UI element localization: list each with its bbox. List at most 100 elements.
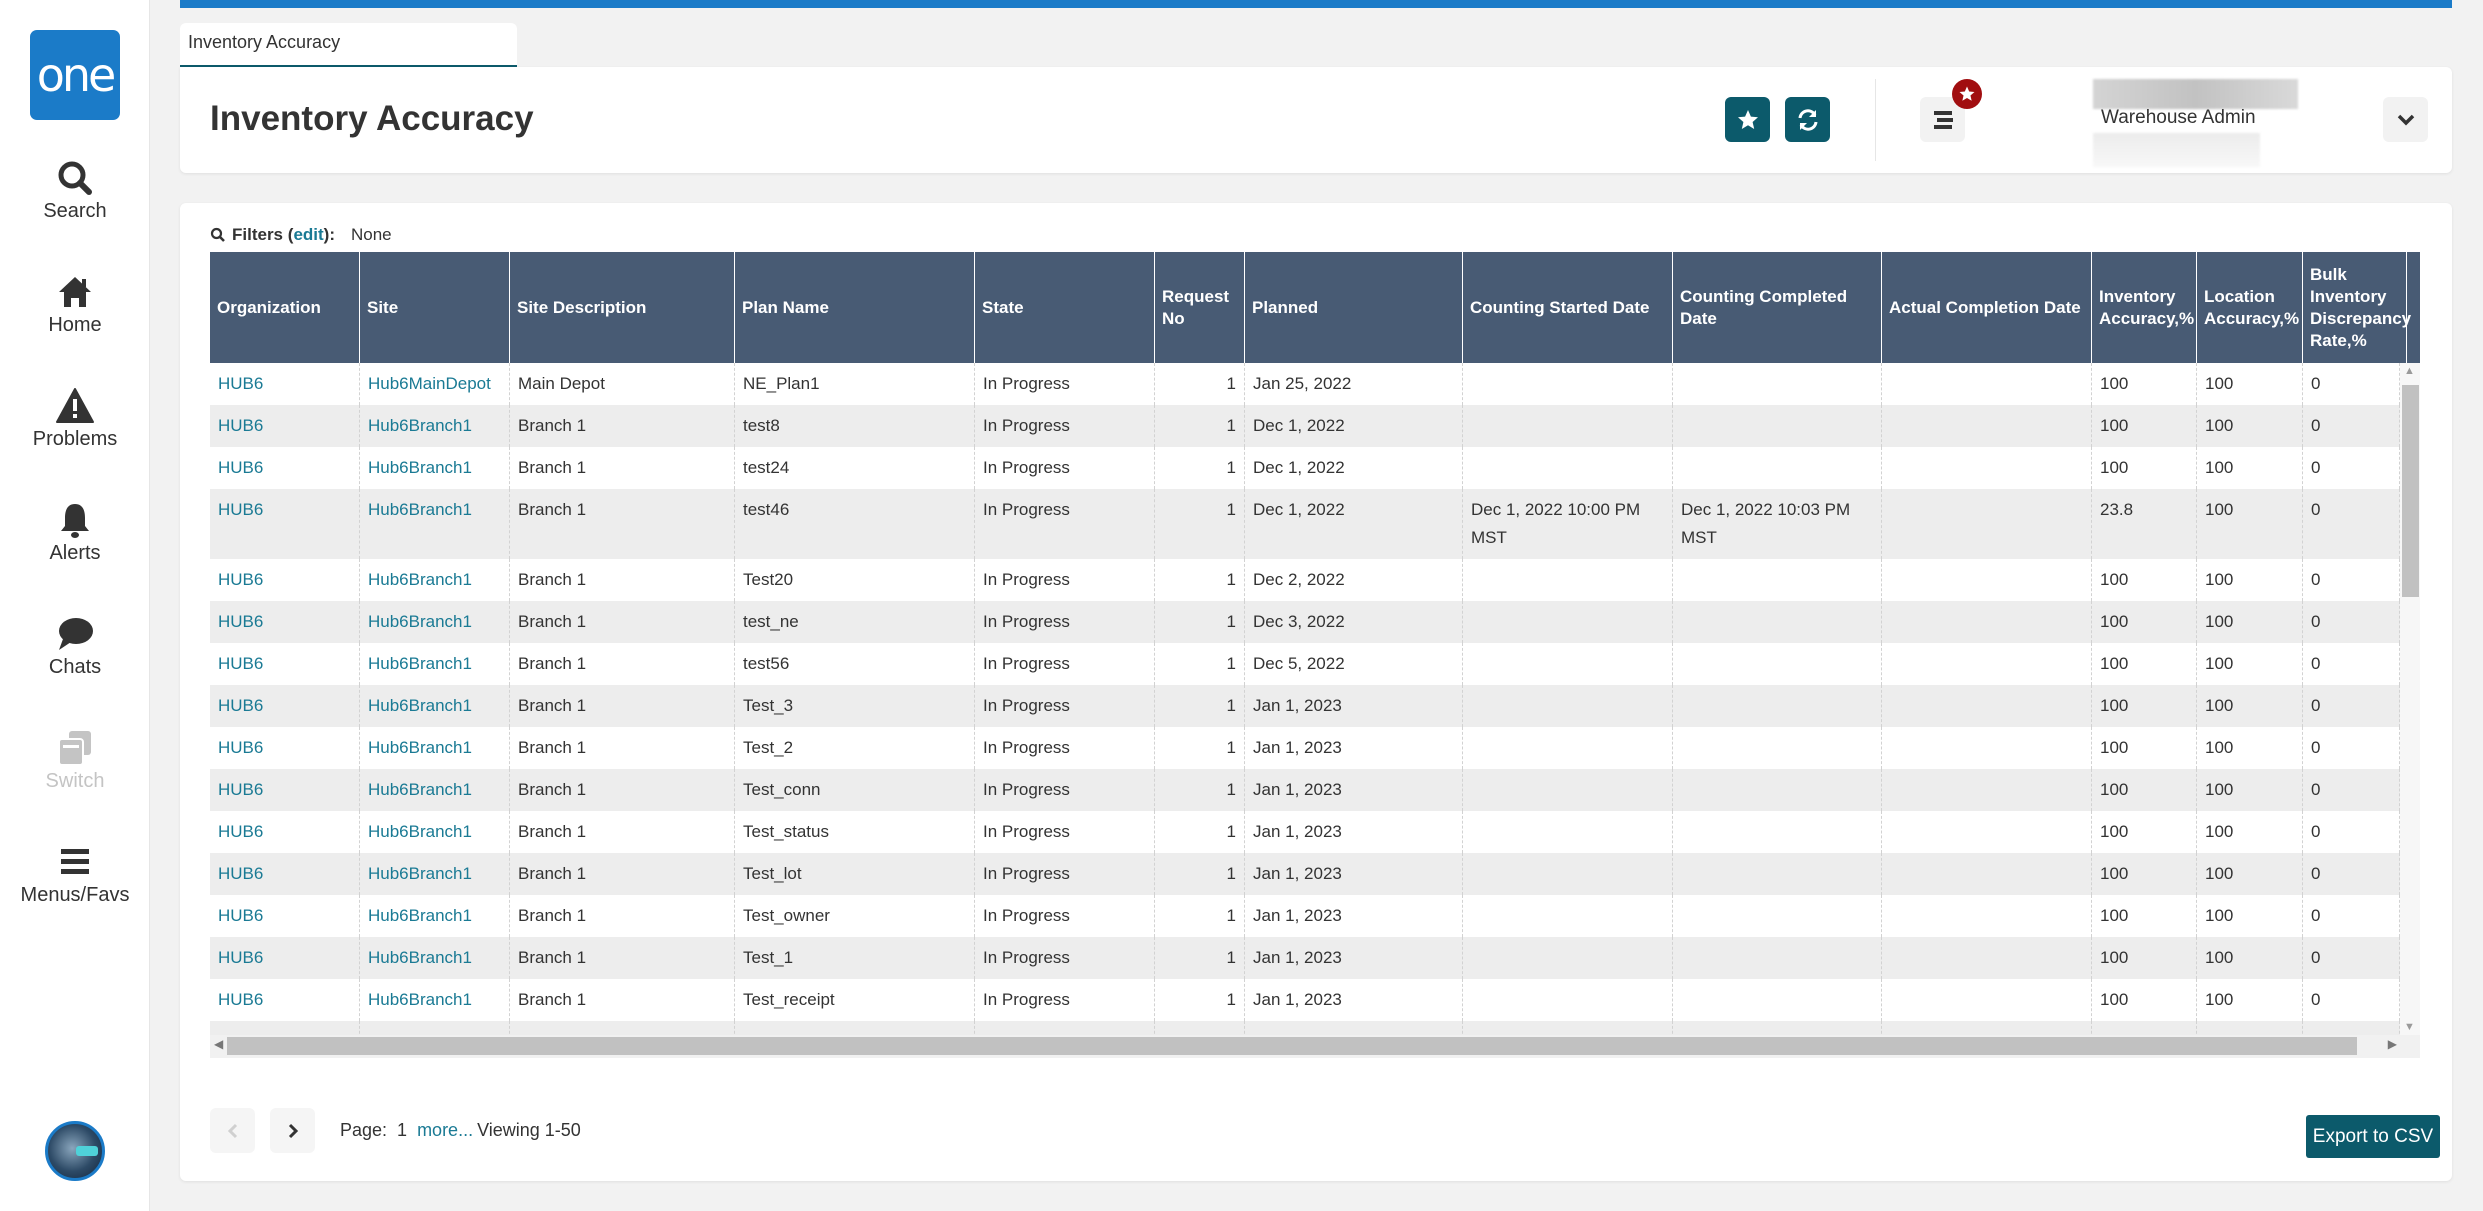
cell-organization[interactable]: HUB6 bbox=[210, 559, 360, 601]
column-header-plan-name[interactable]: Plan Name bbox=[735, 252, 975, 363]
table-row[interactable]: HUB6 Hub6Branch1 Branch 1 test56 In Progress… bbox=[210, 643, 2400, 685]
table-row[interactable]: HUB6 Hub6Branch1 Branch 1 Test_1 In Progress… bbox=[210, 937, 2400, 979]
cell-site[interactable]: Hub6Branch1 bbox=[360, 559, 510, 601]
export-csv-button[interactable]: Export to CSV bbox=[2306, 1115, 2440, 1158]
column-header-counting-completed-date[interactable]: Counting Completed Date bbox=[1673, 252, 1882, 363]
cell-counting-started-date bbox=[1463, 895, 1673, 937]
cell-request-no: 1 bbox=[1155, 489, 1245, 559]
next-page-button[interactable] bbox=[270, 1108, 315, 1153]
table-row[interactable]: HUB6 Hub6Branch1 Branch 1 test24 In Progress… bbox=[210, 447, 2400, 489]
page-title: Inventory Accuracy bbox=[210, 99, 534, 138]
cell-actual-completion-date bbox=[1882, 685, 2092, 727]
table-row[interactable]: HUB6 Hub6Branch1 Branch 1 Test20 In Progress… bbox=[210, 559, 2400, 601]
column-header-planned[interactable]: Planned bbox=[1245, 252, 1463, 363]
cell-inventory-accuracy: 100 bbox=[2092, 601, 2197, 643]
cell-organization[interactable]: HUB6 bbox=[210, 769, 360, 811]
cell-organization[interactable]: HUB6 bbox=[210, 811, 360, 853]
column-header-inventory-accuracy[interactable]: Inventory Accuracy,% bbox=[2092, 252, 2197, 363]
vertical-scrollbar[interactable]: ▲ ▼ bbox=[2400, 363, 2420, 1035]
cell-site[interactable]: Hub6Branch1 bbox=[360, 601, 510, 643]
cell-organization[interactable]: HUB6 bbox=[210, 895, 360, 937]
table-row[interactable]: HUB6 Hub6Branch1 Branch 1 Test_receipt In Pr… bbox=[210, 979, 2400, 1021]
sidebar-item-switch[interactable]: Switch bbox=[0, 728, 150, 793]
column-header-organization[interactable]: Organization bbox=[210, 252, 360, 363]
vertical-scroll-thumb[interactable] bbox=[2402, 385, 2419, 597]
horizontal-scroll-thumb[interactable] bbox=[227, 1037, 2357, 1055]
cell-site[interactable]: Hub6Branch1 bbox=[360, 979, 510, 1021]
sidebar-item-alerts[interactable]: Alerts bbox=[0, 500, 150, 565]
cell-site[interactable]: Hub6Branch1 bbox=[360, 447, 510, 489]
column-header-location-accuracy[interactable]: Location Accuracy,% bbox=[2197, 252, 2303, 363]
cell-organization[interactable]: HUB6 bbox=[210, 447, 360, 489]
cell-site[interactable]: Hub6Branch1 bbox=[360, 811, 510, 853]
cell-organization[interactable]: HUB6 bbox=[210, 363, 360, 405]
scroll-up-icon[interactable]: ▲ bbox=[2404, 365, 2415, 377]
cell-site[interactable]: Hub6Branch1 bbox=[360, 489, 510, 559]
cell-counting-started-date bbox=[1463, 937, 1673, 979]
user-menu-dropdown[interactable] bbox=[2383, 97, 2428, 142]
table-row[interactable]: HUB6 Hub6Branch1 Branch 1 Test_owner In Prog… bbox=[210, 895, 2400, 937]
app-logo[interactable]: one bbox=[30, 30, 120, 120]
horizontal-scrollbar[interactable]: ◀ ▶ bbox=[210, 1035, 2420, 1058]
cell-organization[interactable]: HUB6 bbox=[210, 727, 360, 769]
cell-organization[interactable]: HUB6 bbox=[210, 405, 360, 447]
cell-organization[interactable]: HUB6 bbox=[210, 601, 360, 643]
table-row[interactable]: HUB6 Hub6Branch1 Branch 1 Test_2 In Progress… bbox=[210, 727, 2400, 769]
cell-counting-started-date bbox=[1463, 405, 1673, 447]
table-row[interactable]: HUB6 Hub6Branch1 Branch 1 test_ne In Progres… bbox=[210, 601, 2400, 643]
cell-organization[interactable]: HUB6 bbox=[210, 979, 360, 1021]
user-avatar[interactable] bbox=[45, 1121, 105, 1181]
cell-site[interactable]: Hub6Branch1 bbox=[360, 405, 510, 447]
prev-page-button[interactable] bbox=[210, 1108, 255, 1153]
cell-inventory-accuracy: 100 bbox=[2092, 643, 2197, 685]
cell-site[interactable]: Hub6Branch1 bbox=[360, 643, 510, 685]
cell-site[interactable]: Hub6Branch1 bbox=[360, 769, 510, 811]
column-header-site[interactable]: Site bbox=[360, 252, 510, 363]
cell-site[interactable]: Hub6Branch1 bbox=[360, 685, 510, 727]
cell-organization[interactable]: HUB6 bbox=[210, 643, 360, 685]
table-row[interactable]: HUB6 Hub6Branch1 Branch 1 test8 In Progress 1… bbox=[210, 405, 2400, 447]
sidebar-item-search[interactable]: Search bbox=[0, 158, 150, 223]
table-row[interactable]: HUB6 Hub6Branch1 Branch 1 Test_lot In Progre… bbox=[210, 853, 2400, 895]
sidebar-item-menus-favs[interactable]: Menus/Favs bbox=[0, 842, 150, 907]
sidebar-item-chats[interactable]: Chats bbox=[0, 614, 150, 679]
column-header-state[interactable]: State bbox=[975, 252, 1155, 363]
scroll-down-icon[interactable]: ▼ bbox=[2404, 1021, 2415, 1033]
cell-site[interactable]: Hub6Branch1 bbox=[360, 937, 510, 979]
refresh-button[interactable] bbox=[1785, 97, 1830, 142]
cell-organization[interactable]: HUB6 bbox=[210, 937, 360, 979]
column-header-request-no[interactable]: Request No bbox=[1155, 252, 1245, 363]
cell-site[interactable]: Hub6MainDepot bbox=[360, 363, 510, 405]
cell-site[interactable]: Hub6Branch1 bbox=[360, 727, 510, 769]
cell-organization[interactable]: HUB6 bbox=[210, 489, 360, 559]
scroll-right-icon[interactable]: ▶ bbox=[2388, 1037, 2397, 1051]
cell-counting-started-date bbox=[1463, 559, 1673, 601]
tab-inventory-accuracy[interactable]: Inventory Accuracy bbox=[180, 23, 517, 67]
favorite-button[interactable] bbox=[1725, 97, 1770, 142]
column-header-actual-completion-date[interactable]: Actual Completion Date bbox=[1882, 252, 2092, 363]
table-row[interactable]: HUB6 Hub6Branch1 Branch 1 Test_conn In Progr… bbox=[210, 769, 2400, 811]
cell-site[interactable]: Hub6Branch1 bbox=[360, 895, 510, 937]
cell-site[interactable]: Hub6Branch1 bbox=[360, 853, 510, 895]
scroll-left-icon[interactable]: ◀ bbox=[214, 1037, 223, 1051]
chevron-down-icon bbox=[2397, 114, 2414, 125]
table-row[interactable]: HUB6 Hub6Branch1 Branch 1 test46 In Progress… bbox=[210, 489, 2400, 559]
pagination-info: Page: 1 more... Viewing 1-50 bbox=[340, 1120, 581, 1141]
cell-counting-completed-date bbox=[1673, 559, 1882, 601]
cell-inventory-accuracy: 100 bbox=[2092, 811, 2197, 853]
more-pages-link[interactable]: more... bbox=[417, 1120, 473, 1141]
table-row[interactable]: HUB6 Hub6Branch1 Branch 1 Test_status In Pro… bbox=[210, 811, 2400, 853]
column-header-bulk-discrepancy-rate[interactable]: Bulk Inventory Discrepancy Rate,% bbox=[2303, 252, 2411, 363]
sidebar-item-problems[interactable]: Problems bbox=[0, 386, 150, 451]
cell-bulk-discrepancy-rate: 0 bbox=[2303, 937, 2400, 979]
filters-edit-link[interactable]: edit bbox=[293, 225, 323, 244]
table-row[interactable]: HUB6 Hub6Branch1 Branch 1 Test_3 In Progress… bbox=[210, 685, 2400, 727]
cell-organization[interactable]: HUB6 bbox=[210, 685, 360, 727]
sidebar-item-label: Search bbox=[43, 200, 107, 222]
sidebar-item-home[interactable]: Home bbox=[0, 272, 150, 337]
table-row[interactable]: HUB6 Hub6MainDepot Main Depot NE_Plan1 In Pr… bbox=[210, 363, 2400, 405]
column-header-site-description[interactable]: Site Description bbox=[510, 252, 735, 363]
column-header-counting-started-date[interactable]: Counting Started Date bbox=[1463, 252, 1673, 363]
cell-organization[interactable]: HUB6 bbox=[210, 853, 360, 895]
cell-site-description: Branch 1 bbox=[510, 727, 735, 769]
